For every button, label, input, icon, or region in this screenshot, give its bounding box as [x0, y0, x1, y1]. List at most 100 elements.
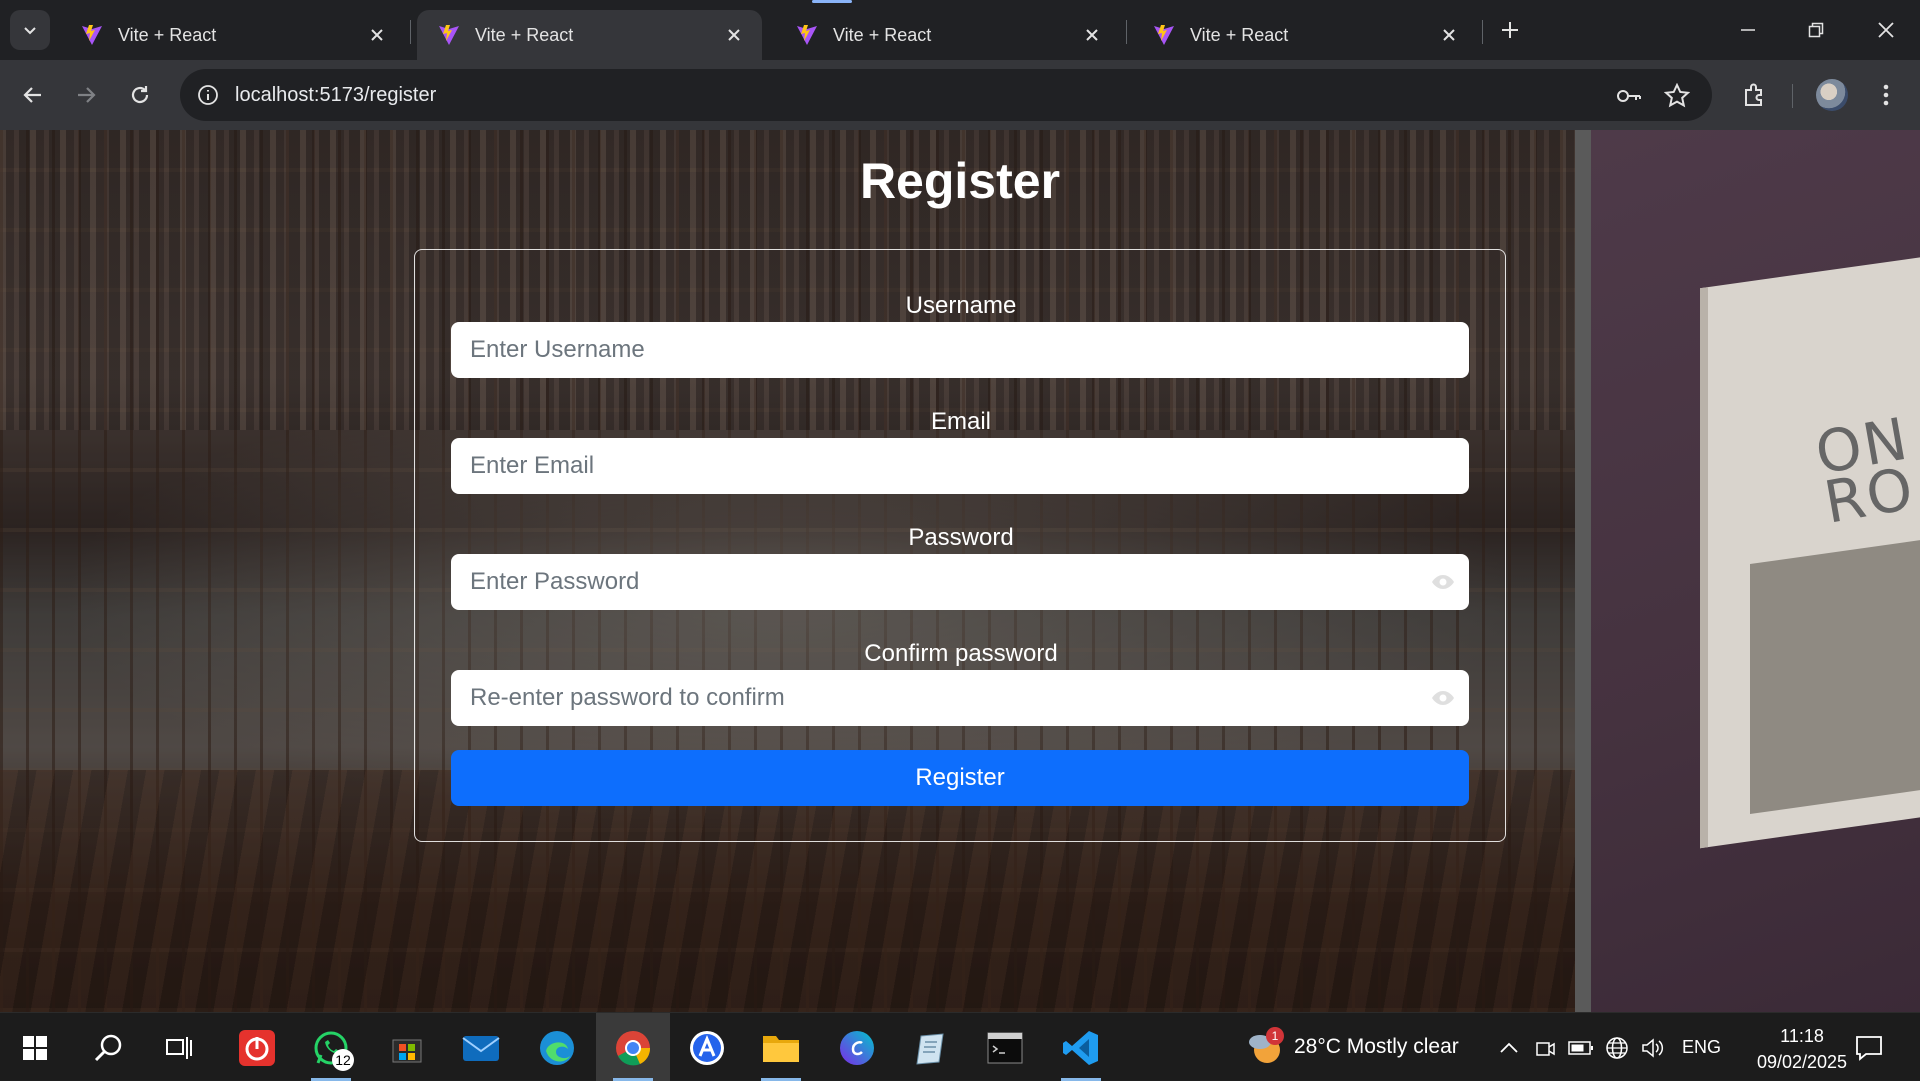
taskbar-app-store[interactable]: [382, 1023, 432, 1073]
tab-strip: Vite + React Vite + React Vite + React V…: [0, 0, 1920, 60]
task-view-icon: [166, 1037, 192, 1059]
close-tab-icon[interactable]: [1435, 21, 1463, 49]
whatsapp-unread-badge: 12: [332, 1049, 354, 1071]
clock-date: 09/02/2025: [1756, 1052, 1848, 1072]
reload-button[interactable]: [120, 75, 160, 115]
close-tab-icon[interactable]: [1078, 21, 1106, 49]
page-title: Register: [859, 153, 1061, 209]
password-input[interactable]: Enter Password: [451, 554, 1469, 610]
username-placeholder: Enter Username: [470, 336, 645, 363]
clock-time: 11:18: [1780, 1026, 1824, 1046]
back-button[interactable]: [13, 75, 53, 115]
chrome-icon: [616, 1031, 651, 1066]
confirm-password-input[interactable]: Re-enter password to confirm: [451, 670, 1469, 726]
tab-separator: [410, 20, 411, 44]
close-tab-icon[interactable]: [720, 21, 748, 49]
vscode-icon: [1063, 1031, 1098, 1065]
folder-icon: [763, 1036, 799, 1062]
tab-title: Vite + React: [118, 24, 217, 45]
username-input[interactable]: Enter Username: [451, 322, 1469, 378]
tab-loading-indicator: [812, 0, 852, 3]
email-label: Email: [930, 408, 991, 435]
tab-title: Vite + React: [1190, 24, 1289, 45]
taskbar-app-edge[interactable]: [532, 1023, 582, 1073]
email-placeholder: Enter Email: [470, 452, 595, 479]
password-key-icon[interactable]: [1614, 81, 1644, 111]
restore-icon: [1808, 22, 1824, 38]
book-illustration-picture: [1750, 535, 1920, 815]
input-language-indicator[interactable]: ENG: [1682, 1013, 1721, 1081]
arrow-right-icon: [78, 87, 96, 103]
tab-1[interactable]: Vite + React: [60, 10, 405, 60]
taskbar-app-chrome[interactable]: [608, 1023, 658, 1081]
url-text[interactable]: localhost:5173/register: [235, 69, 436, 121]
close-window-button[interactable]: [1862, 10, 1910, 50]
address-bar[interactable]: localhost:5173/register: [180, 69, 1712, 121]
confirm-password-label: Confirm password: [864, 640, 1058, 667]
system-clock[interactable]: 11:18 09/02/2025: [1752, 1023, 1852, 1075]
tab-2-active[interactable]: Vite + React: [417, 10, 762, 60]
volume-icon[interactable]: [1640, 1035, 1666, 1061]
plus-icon: [1502, 22, 1518, 38]
profile-avatar[interactable]: [1816, 79, 1848, 111]
start-button[interactable]: [10, 1023, 60, 1073]
meet-now-icon[interactable]: [1532, 1035, 1558, 1061]
vite-icon: [797, 25, 817, 45]
background-divider: [1575, 130, 1591, 1012]
more-menu-icon[interactable]: [1866, 75, 1906, 115]
tab-search-button[interactable]: [10, 10, 50, 50]
register-form: Username Enter Username Email Enter Emai…: [414, 249, 1506, 842]
network-globe-icon[interactable]: [1604, 1035, 1630, 1061]
search-button[interactable]: [84, 1023, 134, 1073]
username-label: Username: [905, 292, 1017, 319]
reload-icon: [131, 86, 149, 104]
task-view-button[interactable]: [154, 1023, 204, 1073]
taskbar-app-file-explorer[interactable]: [756, 1023, 806, 1081]
email-input[interactable]: Enter Email: [451, 438, 1469, 494]
notes-icon: [916, 1033, 944, 1065]
show-confirm-password-eye-icon[interactable]: [1431, 688, 1455, 708]
taskbar-app-a[interactable]: [682, 1023, 732, 1073]
taskbar-app-canva[interactable]: [832, 1023, 882, 1073]
tab-4[interactable]: Vite + React: [1132, 10, 1477, 60]
taskbar-app-power[interactable]: [232, 1023, 282, 1073]
edge-icon: [540, 1031, 574, 1065]
arrow-left-icon: [23, 87, 41, 103]
tab-3[interactable]: Vite + React: [775, 10, 1120, 60]
show-hidden-icons-chevron-icon[interactable]: [1496, 1035, 1522, 1061]
battery-icon[interactable]: [1568, 1035, 1594, 1061]
vite-icon: [82, 25, 102, 45]
show-password-eye-icon[interactable]: [1431, 572, 1455, 592]
extensions-icon[interactable]: [1734, 75, 1774, 115]
taskbar-app-whatsapp[interactable]: 12: [306, 1023, 356, 1081]
close-icon: [1878, 22, 1894, 38]
password-placeholder: Enter Password: [470, 568, 640, 595]
site-info-icon[interactable]: [194, 81, 222, 109]
password-label: Password: [908, 524, 1014, 551]
tab-title: Vite + React: [833, 24, 932, 45]
register-button[interactable]: Register: [451, 750, 1469, 806]
weather-widget-icon[interactable]: 1: [1240, 1023, 1290, 1073]
close-tab-icon[interactable]: [363, 21, 391, 49]
vite-icon: [439, 25, 459, 45]
minimize-button[interactable]: [1724, 10, 1772, 50]
forward-button[interactable]: [66, 75, 106, 115]
notifications-icon[interactable]: [1854, 1033, 1884, 1063]
weather-text[interactable]: 28°C Mostly clear: [1294, 1013, 1459, 1081]
app-a-icon: [690, 1031, 724, 1065]
taskbar-app-mail[interactable]: [456, 1023, 506, 1073]
search-icon: [94, 1034, 122, 1062]
taskbar-app-notes[interactable]: [906, 1023, 956, 1073]
windows-logo-icon: [23, 1036, 47, 1060]
mail-icon: [462, 1036, 500, 1061]
chevron-down-icon: [24, 27, 36, 35]
restore-button[interactable]: [1792, 10, 1840, 50]
tab-separator: [1126, 20, 1127, 44]
vite-icon: [1154, 25, 1174, 45]
taskbar-app-terminal[interactable]: [980, 1023, 1030, 1073]
taskbar-app-vscode[interactable]: [1056, 1023, 1106, 1081]
power-app-icon: [239, 1030, 275, 1066]
new-tab-button[interactable]: [1494, 14, 1526, 46]
weather-alert-badge: 1: [1266, 1027, 1284, 1045]
bookmark-star-icon[interactable]: [1662, 81, 1692, 111]
